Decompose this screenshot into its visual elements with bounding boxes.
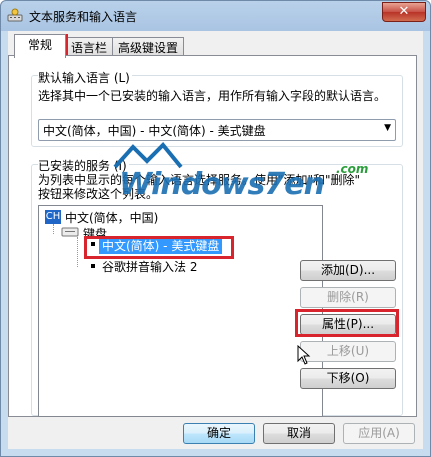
move-down-button[interactable]: 下移(O) — [300, 368, 396, 389]
keyboard-app-icon — [7, 8, 23, 22]
tab-general[interactable]: 常规 — [14, 34, 66, 58]
tab-language-bar-label: 语言栏 — [70, 41, 107, 55]
chevron-down-icon: ▼ — [384, 123, 391, 133]
cancel-button-label: 取消 — [286, 426, 311, 440]
dialog-window: 文本服务和输入语言 ✕ 常规 语言栏 高级键设置 默认输入语言 (L) 选择其中… — [0, 0, 431, 457]
move-down-button-label: 下移(O) — [326, 371, 370, 385]
tab-advanced-key-settings-label: 高级键设置 — [117, 41, 178, 55]
window-title: 文本服务和输入语言 — [29, 10, 138, 24]
default-language-group-label: 默认输入语言 (L) — [38, 69, 132, 86]
default-language-description: 选择其中一个已安装的输入语言，用作所有输入字段的默认语言。 — [38, 89, 387, 103]
language-badge: CH — [45, 210, 61, 224]
tree-item[interactable]: 谷歌拼音输入法 2 — [102, 258, 197, 275]
ok-button-label: 确定 — [206, 426, 231, 440]
tree-line — [53, 224, 55, 234]
mouse-cursor-icon — [297, 345, 311, 365]
annotation-box-selected-item — [84, 236, 234, 259]
watermark-text: Windows7en — [119, 167, 325, 202]
ok-button[interactable]: 确定 — [183, 423, 255, 444]
default-language-select[interactable]: 中文(简体，中国) - 中文(简体) - 美式键盘 ▼ — [38, 119, 396, 141]
title-bar[interactable]: 文本服务和输入语言 ✕ — [1, 1, 430, 31]
cancel-button[interactable]: 取消 — [263, 423, 335, 444]
move-up-button[interactable]: 上移(U) — [300, 341, 396, 362]
close-button[interactable]: ✕ — [382, 2, 426, 22]
remove-button[interactable]: 删除(R) — [300, 287, 396, 308]
add-button[interactable]: 添加(D)... — [300, 260, 396, 281]
tab-general-label: 常规 — [27, 38, 52, 52]
apply-button-label: 应用(A) — [358, 426, 400, 440]
add-button-label: 添加(D)... — [320, 263, 376, 277]
watermark-com: .com — [336, 162, 369, 176]
annotation-box-properties — [295, 309, 399, 337]
remove-button-label: 删除(R) — [327, 290, 369, 304]
default-language-selected-value: 中文(简体，中国) - 中文(简体) - 美式键盘 — [43, 124, 266, 138]
tree-line — [77, 237, 79, 267]
tree-language-node[interactable]: 中文(简体，中国) — [65, 209, 158, 226]
apply-button[interactable]: 应用(A) — [343, 423, 415, 444]
bullet-icon — [91, 264, 95, 268]
move-up-button-label: 上移(U) — [326, 344, 370, 358]
close-icon: ✕ — [398, 4, 410, 19]
